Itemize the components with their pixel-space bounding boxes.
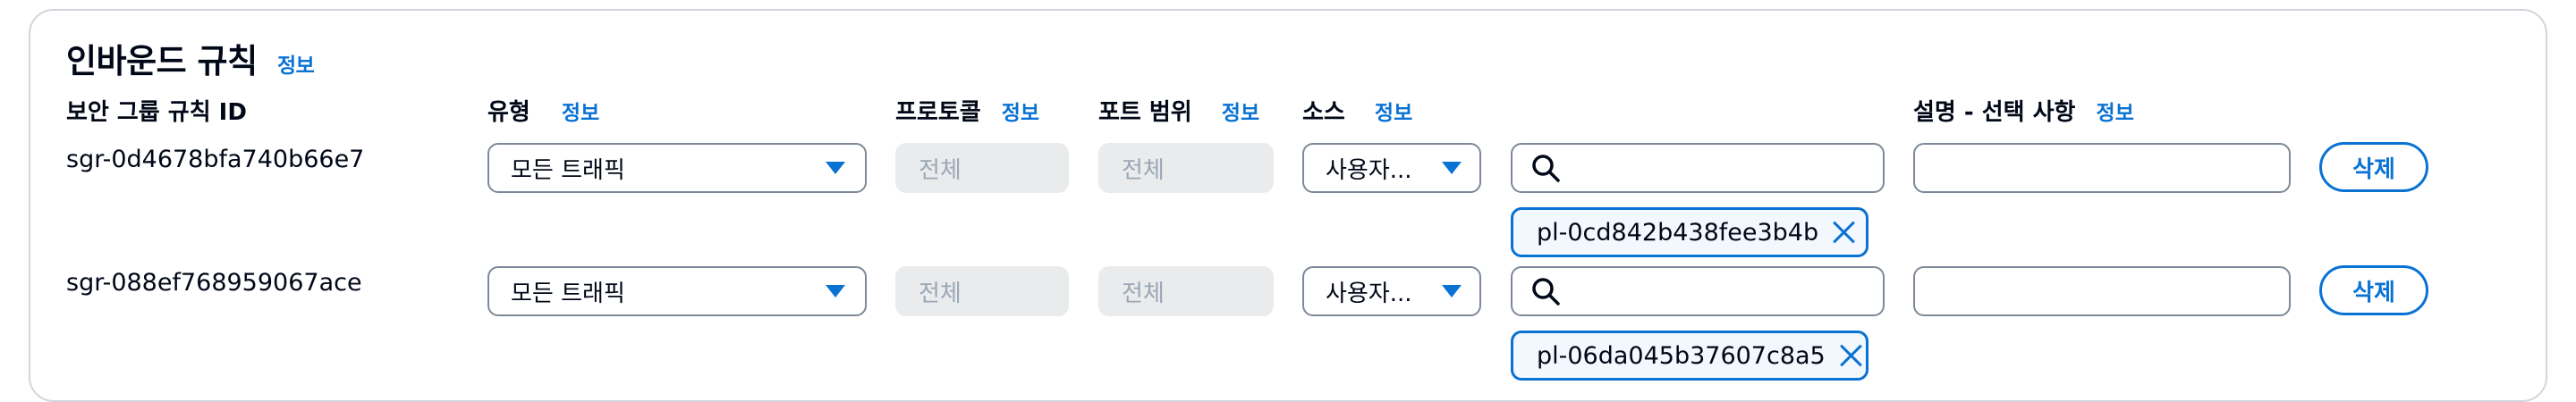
type-info-link[interactable]: 정보 — [562, 102, 599, 125]
close-icon[interactable] — [1831, 220, 1852, 245]
col-header-description: 설명 - 선택 사항 정보 — [1913, 94, 2134, 127]
col-header-rule-id: 보안 그룹 규칙 ID — [66, 99, 247, 126]
col-header-port-range-label: 포트 범위 — [1098, 99, 1192, 126]
rule-id-text: sgr-0d4678bfa740b66e7 — [66, 146, 365, 173]
type-select[interactable]: 모든 트래픽 — [487, 266, 867, 316]
col-header-protocol: 프로토콜 정보 — [895, 94, 1039, 127]
protocol-field: 전체 — [895, 266, 1069, 316]
search-icon — [1532, 278, 1560, 306]
token-label: pl-06da045b37607c8a5 — [1537, 341, 1826, 370]
type-select-value: 모든 트래픽 — [511, 156, 625, 184]
source-type-select[interactable]: 사용자... — [1302, 143, 1481, 193]
col-header-type: 유형 정보 — [487, 94, 599, 127]
source-type-select-value: 사용자... — [1326, 280, 1412, 307]
port-range-field: 전체 — [1098, 266, 1274, 316]
description-input[interactable] — [1913, 266, 2291, 316]
port-range-field: 전체 — [1098, 143, 1274, 193]
caret-down-icon — [1442, 285, 1462, 297]
col-header-source-label: 소스 — [1302, 99, 1345, 126]
token-label: pl-0cd842b438fee3b4b — [1537, 218, 1819, 247]
delete-button[interactable]: 삭제 — [2319, 142, 2428, 192]
section-title-text: 인바운드 규칙 — [66, 42, 258, 80]
prefix-list-token: pl-06da045b37607c8a5 — [1511, 331, 1868, 381]
caret-down-icon — [826, 162, 845, 174]
source-type-select-value: 사용자... — [1326, 156, 1412, 184]
inbound-rules-panel — [29, 9, 2547, 402]
description-info-link[interactable]: 정보 — [2097, 102, 2134, 125]
protocol-field: 전체 — [895, 143, 1069, 193]
close-icon[interactable] — [1838, 343, 1852, 368]
search-icon — [1532, 155, 1560, 182]
caret-down-icon — [1442, 162, 1462, 174]
col-header-port-range: 포트 범위 정보 — [1098, 94, 1259, 127]
type-select[interactable]: 모든 트래픽 — [487, 143, 867, 193]
type-select-value: 모든 트래픽 — [511, 280, 625, 307]
caret-down-icon — [826, 285, 845, 297]
col-header-source: 소스 정보 — [1302, 94, 1412, 127]
delete-button[interactable]: 삭제 — [2319, 265, 2428, 315]
rule-id-text: sgr-088ef768959067ace — [66, 269, 362, 297]
protocol-info-link[interactable]: 정보 — [1002, 102, 1039, 125]
port-range-info-link[interactable]: 정보 — [1222, 102, 1259, 125]
source-type-select[interactable]: 사용자... — [1302, 266, 1481, 316]
source-search-input[interactable] — [1511, 266, 1885, 316]
source-search-input[interactable] — [1511, 143, 1885, 193]
col-header-type-label: 유형 — [487, 99, 530, 126]
col-header-description-label: 설명 - 선택 사항 — [1913, 99, 2076, 126]
section-title: 인바운드 규칙 정보 — [66, 34, 315, 82]
source-info-link[interactable]: 정보 — [1375, 102, 1412, 125]
prefix-list-token: pl-0cd842b438fee3b4b — [1511, 207, 1868, 257]
col-header-protocol-label: 프로토콜 — [895, 99, 981, 126]
section-info-link[interactable]: 정보 — [277, 54, 315, 78]
description-input[interactable] — [1913, 143, 2291, 193]
